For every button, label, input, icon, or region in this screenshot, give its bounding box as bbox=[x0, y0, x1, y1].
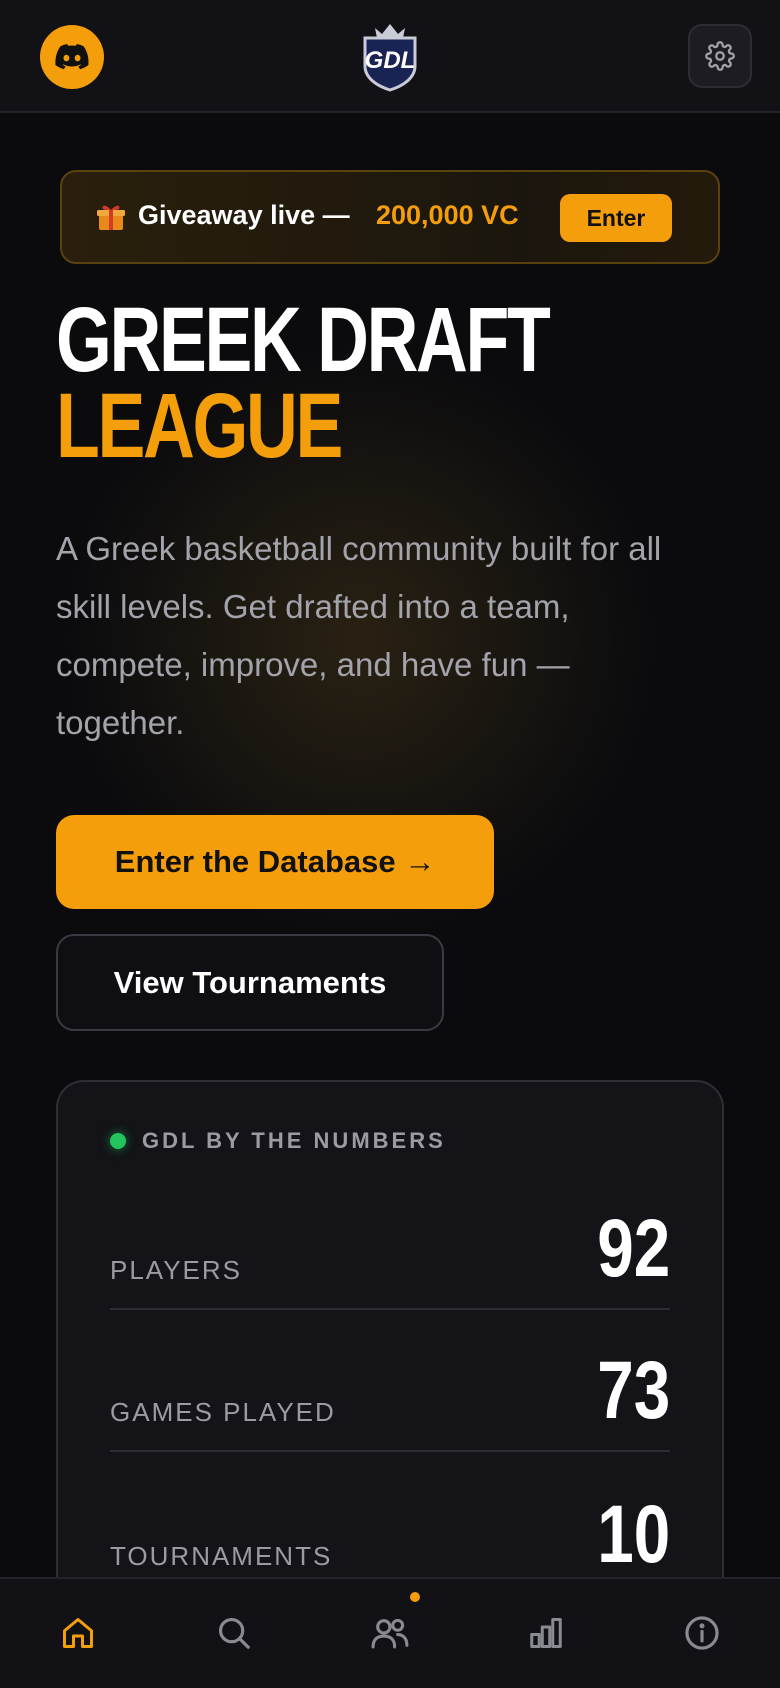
top-bar: GDL bbox=[0, 0, 780, 113]
view-tournaments-button[interactable]: View Tournaments bbox=[56, 934, 444, 1031]
gear-icon bbox=[705, 41, 735, 71]
users-icon bbox=[371, 1618, 409, 1649]
hero-title-line2: LEAGUE bbox=[56, 375, 343, 477]
giveaway-text: Giveaway live — bbox=[138, 200, 350, 230]
notification-dot bbox=[410, 1592, 420, 1602]
logo-text: GDL bbox=[365, 47, 416, 74]
live-indicator bbox=[110, 1133, 126, 1149]
stats-title: GDL BY THE NUMBERS bbox=[142, 1128, 446, 1153]
hero-title-line1: GREEK DRAFT bbox=[56, 289, 551, 391]
stat-row-players: PLAYERS 92 bbox=[110, 1168, 670, 1310]
stat-value: 10 bbox=[597, 1489, 670, 1580]
discord-icon bbox=[55, 44, 89, 70]
settings-button[interactable] bbox=[688, 24, 752, 88]
stat-label: TOURNAMENTS bbox=[110, 1541, 333, 1571]
stat-label: GAMES PLAYED bbox=[110, 1397, 336, 1427]
bottom-nav bbox=[0, 1577, 780, 1688]
hero-description: A Greek basketball community built for a… bbox=[56, 530, 662, 741]
giveaway-enter-button[interactable]: Enter bbox=[560, 194, 672, 242]
stat-value: 92 bbox=[597, 1203, 670, 1294]
gdl-logo[interactable]: GDL bbox=[357, 20, 423, 92]
giveaway-amount: 200,000 VC bbox=[376, 200, 519, 230]
nav-home[interactable] bbox=[50, 1605, 106, 1661]
app-page: GDL Giveaway live — 200,000 VC Enter GRE… bbox=[0, 0, 780, 1688]
nav-search[interactable] bbox=[206, 1605, 262, 1661]
stats-icon bbox=[530, 1618, 562, 1648]
home-icon bbox=[63, 1618, 93, 1648]
search-icon bbox=[218, 1617, 250, 1649]
nav-players[interactable] bbox=[362, 1605, 418, 1661]
stat-row-games-played: GAMES PLAYED 73 bbox=[110, 1310, 670, 1452]
nav-stats[interactable] bbox=[518, 1605, 574, 1661]
stat-row-tournaments: TOURNAMENTS 10 bbox=[110, 1452, 670, 1594]
stats-header: GDL BY THE NUMBERS bbox=[110, 1128, 446, 1154]
discord-button[interactable] bbox=[40, 25, 104, 89]
nav-info[interactable] bbox=[674, 1605, 730, 1661]
stat-value: 73 bbox=[597, 1345, 670, 1436]
info-icon bbox=[685, 1616, 719, 1650]
gift-icon bbox=[97, 205, 125, 230]
enter-database-button[interactable]: Enter the Database → bbox=[56, 815, 494, 909]
stat-label: PLAYERS bbox=[110, 1255, 243, 1285]
giveaway-banner: Giveaway live — 200,000 VC Enter bbox=[60, 170, 720, 264]
